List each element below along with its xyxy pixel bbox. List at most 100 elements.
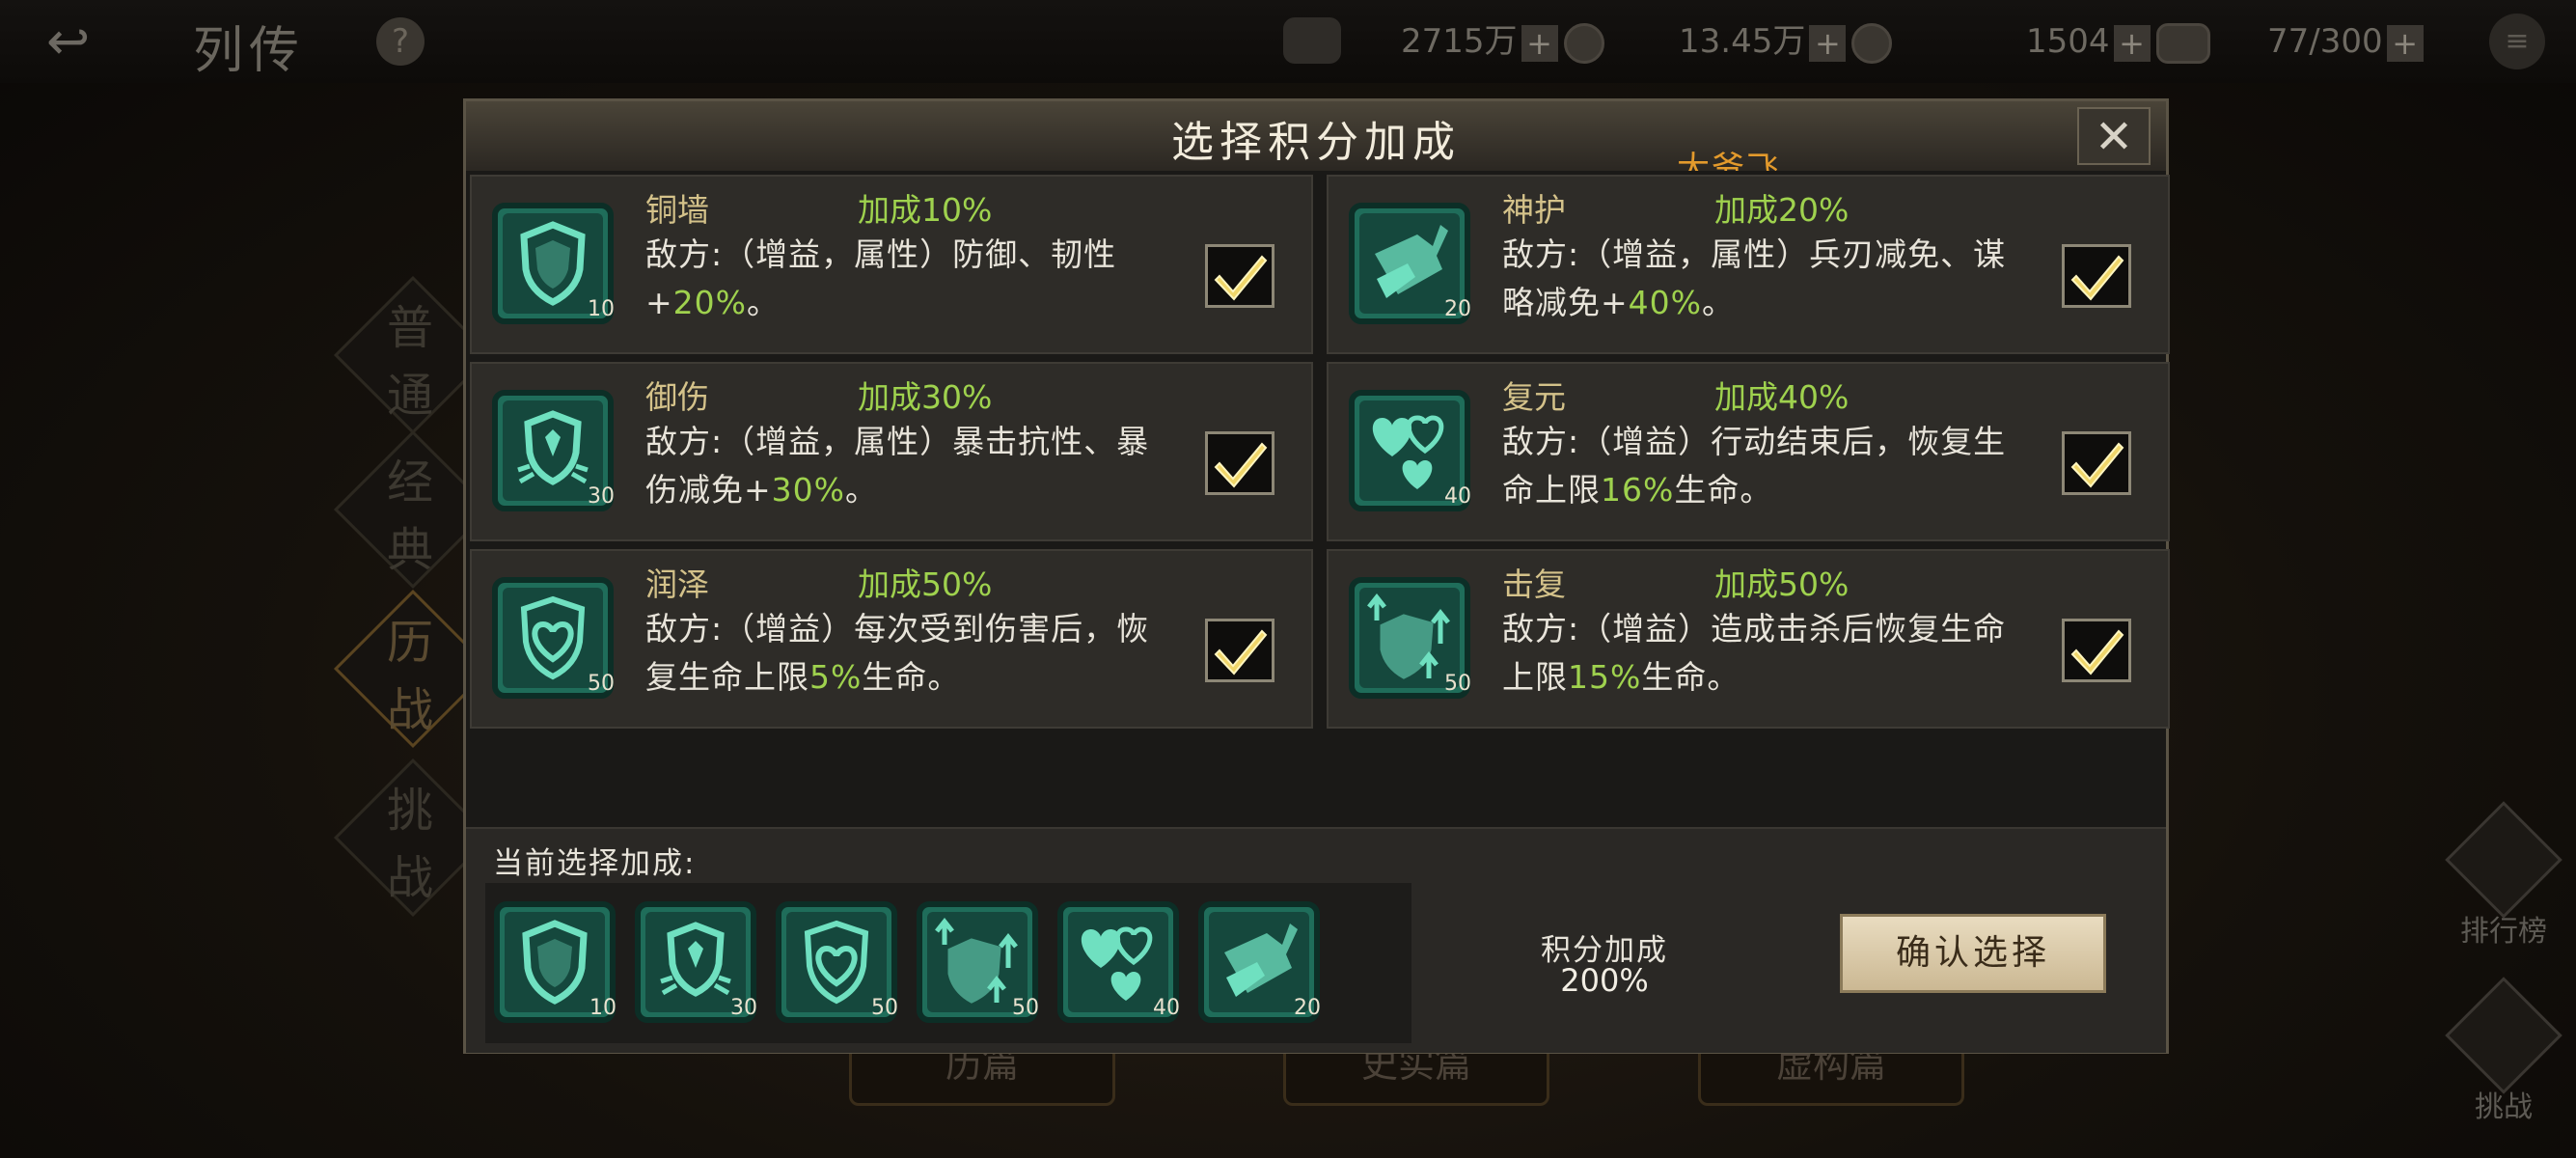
bonus-icon-frame: 40	[1348, 389, 1471, 512]
bonus-icon-frame: 20	[1348, 202, 1471, 325]
bonus-percent: 加成10%	[858, 191, 993, 229]
bonus-icon: 40	[1348, 389, 1471, 512]
bonus-percent: 加成50%	[858, 565, 993, 603]
bonus-checkbox[interactable]	[2062, 431, 2131, 495]
bonus-checkbox[interactable]	[1205, 431, 1274, 495]
side-tab-history-label: 历战	[386, 616, 433, 737]
leaderboard-icon	[2445, 801, 2562, 919]
close-button[interactable]: ✕	[2077, 107, 2151, 165]
bonus-checkbox[interactable]	[2062, 619, 2131, 682]
bonus-percent: 加成30%	[858, 378, 993, 416]
bonus-icon: 50	[491, 576, 615, 700]
bonus-icon-frame: 30	[634, 900, 757, 1024]
checkmark-icon	[2070, 629, 2124, 676]
cost-badge: 30	[723, 987, 765, 1030]
cost-badge: 50	[863, 987, 906, 1030]
ticket-icon	[1283, 17, 1341, 64]
bonus-description: 敌方:（增益，属性）暴击抗性、暴伤减免+30%。	[645, 423, 1150, 509]
selected-bonus-icon[interactable]: 50	[775, 900, 898, 1023]
cost-badge: 50	[580, 663, 622, 705]
cost-badge: 50	[1004, 987, 1047, 1030]
bonus-card[interactable]: 40 复元 加成40% 敌方:（增益）行动结束后，恢复生命上限16%生命。	[1327, 362, 2170, 541]
bonus-icon-frame: 50	[775, 900, 898, 1024]
bonus-description: 敌方:（增益，属性）兵刃减免、谋略减免+40%。	[1502, 235, 2007, 321]
bonus-card[interactable]: 20 神护 加成20% 敌方:（增益，属性）兵刃减免、谋略减免+40%。	[1327, 175, 2170, 354]
cost-badge: 10	[582, 987, 624, 1030]
resource-gold: 2715万 +	[1401, 19, 1604, 64]
score-bonus-value: 200%	[1560, 962, 1649, 999]
selected-bonus-icon[interactable]: 50	[916, 900, 1039, 1023]
bonus-checkbox[interactable]	[2062, 244, 2131, 308]
selected-bonus-icon[interactable]: 10	[493, 900, 617, 1023]
bonus-name: 神护	[1502, 191, 1566, 229]
bonus-name: 复元	[1502, 378, 1566, 416]
bonus-card[interactable]: 10 铜墙 加成10% 敌方:（增益，属性）防御、韧性+20%。	[470, 175, 1313, 354]
bonus-icon: 20	[1348, 202, 1471, 325]
checkmark-icon	[2070, 442, 2124, 488]
menu-icon[interactable]: ≡	[2489, 14, 2545, 69]
add-gold-button[interactable]: +	[1521, 24, 1558, 62]
bonus-checkbox[interactable]	[1205, 619, 1274, 682]
bonus-icon-frame: 10	[493, 900, 617, 1024]
bonus-checkbox[interactable]	[1205, 244, 1274, 308]
dialog-header: 选择积分加成 ✕	[466, 101, 2166, 173]
cost-badge: 40	[1145, 987, 1188, 1030]
copper-coin-icon	[1851, 22, 1893, 64]
checkmark-icon	[1214, 255, 1268, 301]
confirm-button[interactable]: 确认选择	[1840, 914, 2106, 993]
bonus-icon: 10	[491, 202, 615, 325]
bonus-percent: 加成50%	[1714, 565, 1850, 603]
cost-badge: 20	[1437, 289, 1479, 331]
bonus-name: 击复	[1502, 565, 1566, 603]
selected-bonus-icon[interactable]: 20	[1197, 900, 1321, 1023]
score-bonus-dialog: 选择积分加成 ✕ 大爷飞 10 铜墙 加成10% 敌方:（增益，属性）防御、韧性+20…	[463, 98, 2170, 1054]
bonus-description: 敌方:（增益）每次受到伤害后，恢复生命上限5%生命。	[645, 610, 1150, 696]
jade-icon	[2155, 22, 2210, 64]
add-stamina-button[interactable]: +	[2386, 24, 2424, 62]
crossed-swords-icon	[2445, 977, 2562, 1094]
page-title: 列传	[193, 22, 306, 80]
bonus-icon: 30	[491, 389, 615, 512]
bonus-icon-frame: 20	[1197, 900, 1321, 1024]
dialog-title: 选择积分加成	[1171, 118, 1461, 167]
checkmark-icon	[2070, 255, 2124, 301]
resource-stamina: 77/300 +	[2267, 19, 2424, 64]
bonus-icon-frame: 50	[491, 576, 615, 700]
bonus-name: 铜墙	[645, 191, 709, 229]
bonus-percent: 加成40%	[1714, 378, 1850, 416]
bonus-icon: 50	[1348, 576, 1471, 700]
leaderboard-button[interactable]: 排行榜	[2445, 801, 2562, 950]
add-jade-button[interactable]: +	[2113, 24, 2151, 62]
bonus-card[interactable]: 30 御伤 加成30% 敌方:（增益，属性）暴击抗性、暴伤减免+30%。	[470, 362, 1313, 541]
cost-badge: 20	[1286, 987, 1329, 1030]
bonus-icon-frame: 10	[491, 202, 615, 325]
checkmark-icon	[1214, 629, 1268, 676]
bonus-percent: 加成20%	[1714, 191, 1850, 229]
bonus-description: 敌方:（增益，属性）防御、韧性+20%。	[645, 235, 1117, 321]
selected-bonus-icon[interactable]: 40	[1056, 900, 1180, 1023]
bonus-icon-frame: 40	[1056, 900, 1180, 1024]
bonus-description: 敌方:（增益）造成击杀后恢复生命上限15%生命。	[1502, 610, 2007, 696]
bonus-icon-frame: 30	[491, 389, 615, 512]
selected-bonus-tray: 10 30 50 50 40 20	[485, 883, 1411, 1043]
help-button[interactable]: ?	[376, 17, 425, 66]
resource-jade: 1504 +	[2026, 19, 2210, 64]
bonus-card[interactable]: 50 润泽 加成50% 敌方:（增益）每次受到伤害后，恢复生命上限5%生命。	[470, 549, 1313, 729]
cost-badge: 50	[1437, 663, 1479, 705]
selected-bonus-icon[interactable]: 30	[634, 900, 757, 1023]
add-copper-button[interactable]: +	[1809, 24, 1847, 62]
resource-copper: 13.45万 +	[1679, 19, 1893, 64]
challenge-button[interactable]: 挑战	[2445, 977, 2562, 1125]
coin-icon	[1563, 22, 1604, 64]
top-bar: ↩ 列传 ? 2715万 + 13.45万 + 1504 + 77/300 + ≡	[0, 0, 2576, 83]
bonus-description: 敌方:（增益）行动结束后，恢复生命上限16%生命。	[1502, 423, 2007, 509]
bonus-list: 10 铜墙 加成10% 敌方:（增益，属性）防御、韧性+20%。 20 神护 加成20% 敌方…	[466, 171, 2170, 827]
checkmark-icon	[1214, 442, 1268, 488]
selection-panel: 当前选择加成: 10 30 50 50 40 20 积分加成 200% 确认选择	[466, 827, 2166, 1053]
side-tab-normal-label: 普通	[386, 301, 433, 423]
cost-badge: 30	[580, 476, 622, 518]
bonus-card[interactable]: 50 击复 加成50% 敌方:（增益）造成击杀后恢复生命上限15%生命。	[1327, 549, 2170, 729]
cost-badge: 10	[580, 289, 622, 331]
bonus-icon-frame: 50	[1348, 576, 1471, 700]
back-arrow-icon[interactable]: ↩	[46, 15, 152, 68]
